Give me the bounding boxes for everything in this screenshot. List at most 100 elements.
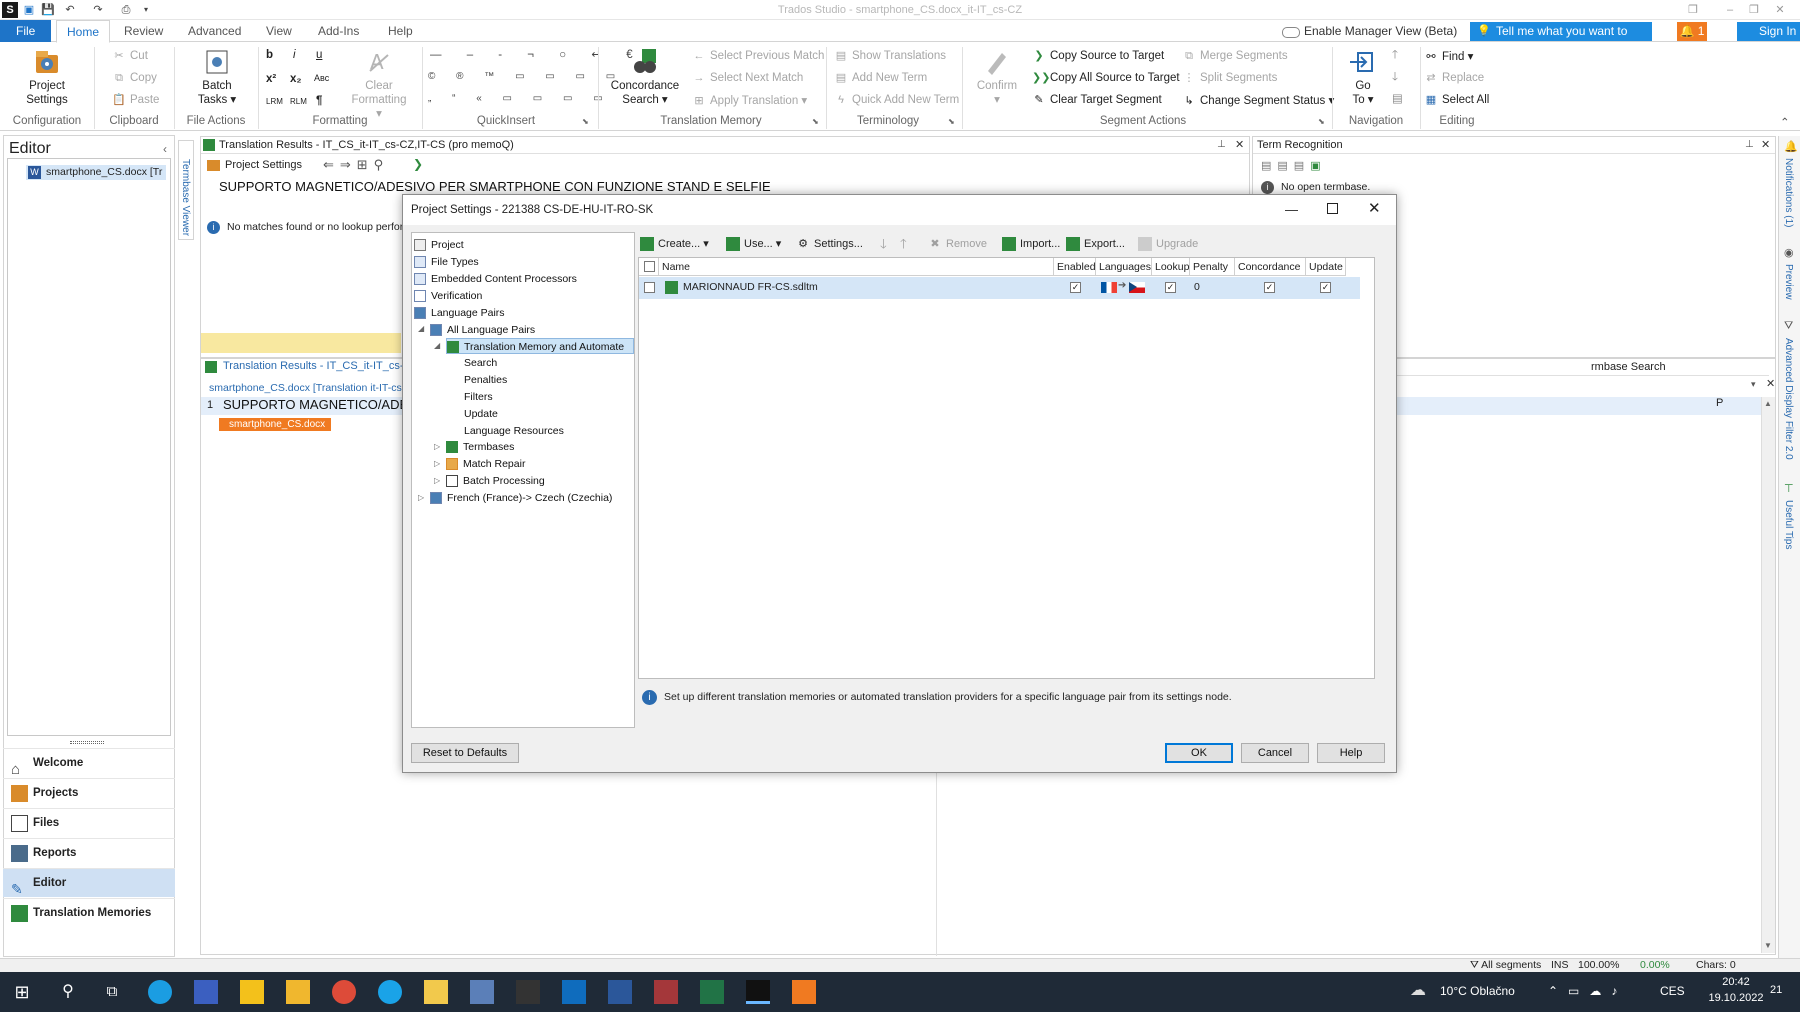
nav-reports[interactable]: Reports <box>3 838 175 867</box>
termbase-viewer-tab[interactable]: Termbase Viewer <box>178 140 194 240</box>
tab-advanced[interactable]: Advanced <box>178 20 251 42</box>
ok-button[interactable]: OK <box>1165 743 1233 763</box>
remove-button[interactable]: ✖ Remove <box>928 232 987 256</box>
orange-app-icon[interactable] <box>792 980 816 1004</box>
collapse-sidebar-icon[interactable]: ‹ <box>163 142 167 156</box>
file-tab[interactable]: File <box>0 20 52 42</box>
tab-review[interactable]: Review <box>114 20 173 42</box>
chrome-icon[interactable] <box>332 980 356 1004</box>
pen-app-icon[interactable] <box>424 980 448 1004</box>
tree-verification[interactable]: Verification <box>414 288 482 304</box>
redo-icon[interactable]: ↷ <box>90 2 106 18</box>
collapse-arrow-icon[interactable]: ◢ <box>418 324 424 333</box>
panel-close-icon[interactable]: ✕ <box>1766 377 1775 390</box>
settings-button[interactable]: ⚙ Settings... <box>796 232 863 256</box>
collapse-arrow-icon[interactable]: ◢ <box>434 341 440 350</box>
col-concordance[interactable]: Concordance <box>1235 258 1306 276</box>
pin-icon[interactable]: ⊥ <box>1745 139 1754 150</box>
tree-project[interactable]: Project <box>414 237 464 253</box>
notification-badge[interactable]: 🔔 1 <box>1677 22 1707 41</box>
copy-all-source-to-target-button[interactable]: ❯❯Copy All Source to Target <box>1032 71 1180 85</box>
results-nav-icons[interactable]: ⇐⇒⊞⚲ <box>323 157 389 173</box>
trados-icon[interactable] <box>746 980 770 1004</box>
status-segments-filter[interactable]: ⛛ All segments <box>1470 959 1541 972</box>
panel-close-icon[interactable]: ✕ <box>1761 138 1770 151</box>
tree-search[interactable]: Search <box>464 355 497 371</box>
select-all-button[interactable]: ▦ Select All <box>1424 93 1490 107</box>
nav-files[interactable]: Files <box>3 808 175 837</box>
panel-close-icon[interactable]: ✕ <box>1235 138 1244 151</box>
print-preview-icon[interactable]: ⎙ <box>118 2 134 18</box>
confirm-button[interactable]: Confirm ▾ <box>970 47 1024 107</box>
select-previous-match-button[interactable]: ← Select Previous Match <box>692 49 825 63</box>
sign-in-button[interactable]: Sign In <box>1737 22 1800 41</box>
tab-help[interactable]: Help <box>378 20 423 42</box>
find-button[interactable]: ⚯ Find ▾ <box>1424 49 1473 64</box>
tree-update[interactable]: Update <box>464 406 498 422</box>
tab-useful-tips[interactable]: Useful Tips <box>1783 500 1794 549</box>
dialog-minimize-icon[interactable]: — <box>1285 202 1298 217</box>
nav-down-icon[interactable]: 🡓 <box>1392 69 1398 88</box>
cancel-button[interactable]: Cancel <box>1241 743 1309 763</box>
weather-text[interactable]: 10°C Oblačno <box>1440 984 1515 998</box>
calculator-icon[interactable] <box>470 980 494 1004</box>
tree-match-repair[interactable]: Match Repair <box>446 456 525 472</box>
dialog-close-icon[interactable]: ✕ <box>1368 199 1381 217</box>
tree-filters[interactable]: Filters <box>464 389 493 405</box>
scroll-up-icon[interactable]: ▲ <box>1764 399 1772 408</box>
import-button[interactable]: Import... <box>1002 232 1060 256</box>
tell-me-search[interactable]: Tell me what you want to do... <box>1470 22 1652 57</box>
save-app-icon[interactable] <box>194 980 218 1004</box>
update-checkbox[interactable]: ✓ <box>1320 282 1331 293</box>
quickinsert-row-2[interactable]: © ® ™ ▭ ▭ ▭ ▭ <box>428 71 624 82</box>
lrm-button[interactable]: LRM <box>266 97 283 106</box>
move-down-icon[interactable]: 🡓 <box>880 232 887 256</box>
copy-source-to-target-button[interactable]: ❯ Copy Source to Target <box>1032 49 1164 63</box>
col-lookup[interactable]: Lookup <box>1152 258 1190 276</box>
splitter-handle[interactable] <box>70 741 104 744</box>
go-to-button[interactable]: Go To ▾ <box>1340 47 1386 107</box>
tree-file-types[interactable]: File Types <box>414 254 479 270</box>
select-next-match-button[interactable]: → Select Next Match <box>692 71 804 85</box>
tree-translation-memory[interactable]: Translation Memory and Automate <box>446 338 634 354</box>
next-icon[interactable]: ❯ <box>413 157 423 171</box>
select-all-checkbox[interactable] <box>644 261 655 272</box>
export-button[interactable]: Export... <box>1066 232 1125 256</box>
lower-results-tab[interactable]: Translation Results - IT_CS_it-IT_cs-C <box>203 360 411 373</box>
clear-formatting-button[interactable]: A Clear Formatting ▾ <box>350 47 408 121</box>
italic-button[interactable]: i <box>293 49 296 61</box>
edge-icon[interactable] <box>148 980 172 1004</box>
segment-source[interactable]: SUPPORTO MAGNETICO/ADES <box>223 397 417 412</box>
clear-target-segment-button[interactable]: ✎ Clear Target Segment <box>1032 93 1161 107</box>
cut-button[interactable]: ✂ Cut <box>112 49 148 63</box>
col-name[interactable]: Name <box>659 258 1054 276</box>
windows-start-icon[interactable]: ⊞ <box>10 980 34 1004</box>
copy-button[interactable]: ⧉ Copy <box>112 71 157 85</box>
input-language[interactable]: CES <box>1660 984 1685 998</box>
file-explorer-icon[interactable] <box>286 980 310 1004</box>
tree-penalties[interactable]: Penalties <box>464 372 507 388</box>
clock-time[interactable]: 20:42 <box>1706 976 1766 988</box>
task-view-icon[interactable]: ⧉ <box>100 980 124 1004</box>
chart-app-icon[interactable] <box>516 980 540 1004</box>
nav-translation-memories[interactable]: Translation Memories <box>3 898 175 927</box>
project-settings-link[interactable]: Project Settings <box>207 159 302 171</box>
reset-to-defaults-button[interactable]: Reset to Defaults <box>411 743 519 763</box>
nav-up-icon[interactable]: 🡑 <box>1392 47 1398 66</box>
tab-preview[interactable]: Preview <box>1783 264 1794 300</box>
create-button[interactable]: Create... ▾ <box>640 232 709 256</box>
tree-termbases[interactable]: Termbases <box>446 439 514 455</box>
concordance-checkbox[interactable]: ✓ <box>1264 282 1275 293</box>
close-icon[interactable]: ✕ <box>1772 2 1788 18</box>
split-segments-button[interactable]: ⋮ Split Segments <box>1182 71 1278 85</box>
smallcaps-button[interactable]: Aʙc <box>314 73 329 83</box>
pin-icon[interactable]: ⊥ <box>1217 139 1226 150</box>
minimize-icon[interactable]: – <box>1722 2 1738 18</box>
excel-icon[interactable] <box>700 980 724 1004</box>
col-enabled[interactable]: Enabled <box>1054 258 1096 276</box>
add-new-term-button[interactable]: ▤ Add New Term <box>834 71 927 85</box>
vertical-scrollbar[interactable] <box>1761 397 1775 953</box>
table-row[interactable]: MARIONNAUD FR-CS.sdltm ✓ ➔ ✓ 0 ✓ ✓ <box>639 277 1360 299</box>
replace-button[interactable]: ⇄ Replace <box>1424 71 1484 85</box>
lookup-checkbox[interactable]: ✓ <box>1165 282 1176 293</box>
